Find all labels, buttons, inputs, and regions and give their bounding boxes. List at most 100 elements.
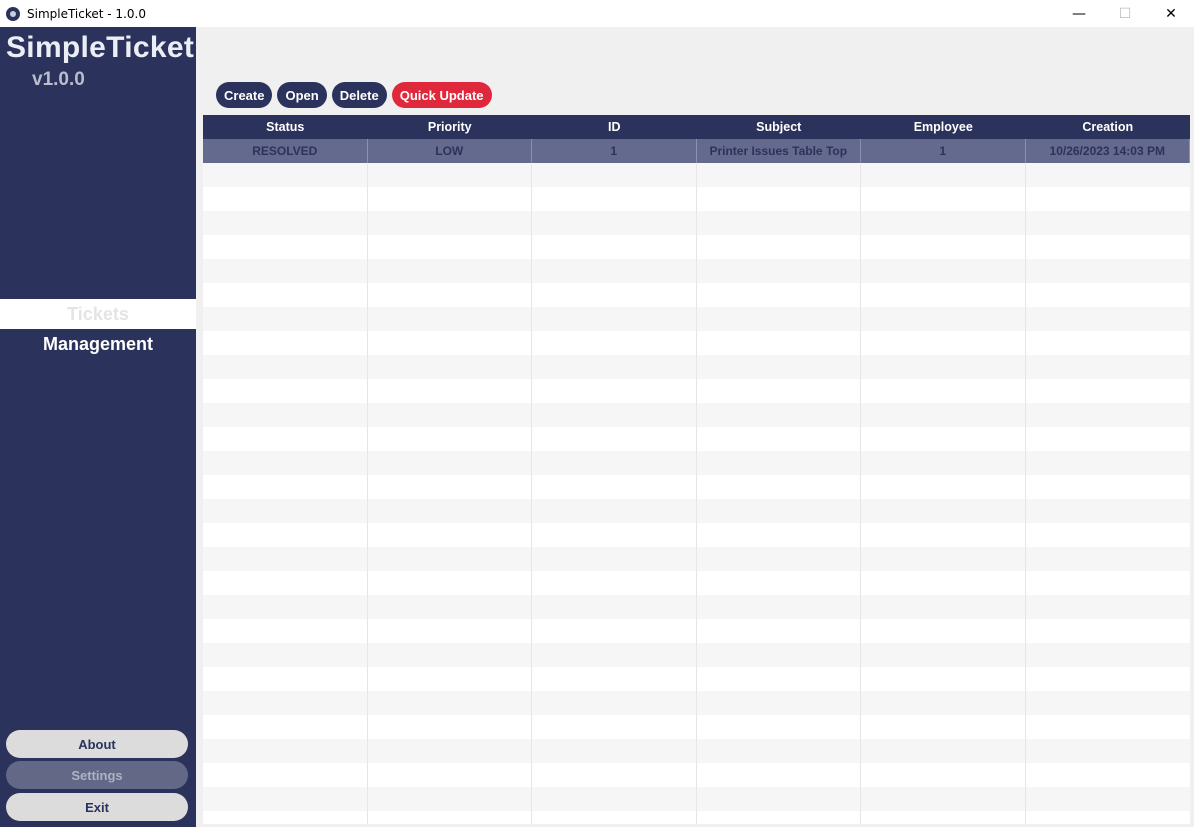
empty-table-row <box>203 667 1190 691</box>
empty-cell <box>203 187 368 211</box>
empty-cell <box>368 595 532 619</box>
empty-cell <box>861 427 1026 451</box>
cell-creation: 10/26/2023 14:03 PM <box>1026 139 1190 163</box>
exit-button[interactable]: Exit <box>6 793 188 821</box>
empty-cell <box>532 619 697 643</box>
empty-table-row <box>203 307 1190 331</box>
empty-cell <box>861 523 1026 547</box>
empty-cell <box>861 379 1026 403</box>
empty-cell <box>697 451 861 475</box>
empty-cell <box>203 691 368 715</box>
empty-cell <box>697 427 861 451</box>
empty-table-row <box>203 211 1190 235</box>
empty-table-row <box>203 259 1190 283</box>
open-button[interactable]: Open <box>277 82 327 108</box>
empty-cell <box>203 763 368 787</box>
empty-cell <box>532 403 697 427</box>
empty-cell <box>697 643 861 667</box>
empty-cell <box>1026 403 1191 427</box>
empty-cell <box>697 811 861 824</box>
empty-cell <box>861 811 1026 824</box>
create-button[interactable]: Create <box>216 82 273 108</box>
empty-cell <box>532 427 697 451</box>
empty-cell <box>368 307 532 331</box>
empty-cell <box>697 619 861 643</box>
column-header-creation[interactable]: Creation <box>1026 115 1191 139</box>
empty-cell <box>1026 427 1191 451</box>
empty-cell <box>1026 331 1191 355</box>
empty-cell <box>532 547 697 571</box>
empty-cell <box>697 331 861 355</box>
empty-cell <box>861 307 1026 331</box>
empty-cell <box>861 451 1026 475</box>
column-header-status[interactable]: Status <box>203 115 368 139</box>
settings-button[interactable]: Settings <box>6 761 188 789</box>
empty-cell <box>861 331 1026 355</box>
empty-cell <box>532 739 697 763</box>
empty-cell <box>532 331 697 355</box>
nav-tickets[interactable]: Tickets <box>0 299 196 329</box>
empty-cell <box>1026 211 1191 235</box>
empty-cell <box>203 475 368 499</box>
empty-cell <box>203 427 368 451</box>
empty-cell <box>1026 259 1191 283</box>
empty-cell <box>368 691 532 715</box>
cell-employee: 1 <box>861 139 1026 163</box>
empty-cell <box>861 715 1026 739</box>
empty-table-row <box>203 739 1190 763</box>
empty-cell <box>368 283 532 307</box>
toolbar: Create Open Delete Quick Update <box>216 82 492 108</box>
empty-cell <box>1026 187 1191 211</box>
empty-table-row <box>203 499 1190 523</box>
empty-cell <box>861 571 1026 595</box>
empty-cell <box>697 571 861 595</box>
empty-cell <box>368 379 532 403</box>
empty-cell <box>861 547 1026 571</box>
empty-cell <box>368 259 532 283</box>
quick-update-button[interactable]: Quick Update <box>391 82 492 108</box>
column-header-employee[interactable]: Employee <box>861 115 1026 139</box>
empty-cell <box>203 787 368 811</box>
empty-cell <box>861 475 1026 499</box>
empty-cell <box>697 211 861 235</box>
empty-cell <box>203 355 368 379</box>
delete-button[interactable]: Delete <box>331 82 387 108</box>
empty-cell <box>861 403 1026 427</box>
empty-cell <box>861 787 1026 811</box>
app-icon <box>6 6 20 21</box>
column-header-priority[interactable]: Priority <box>368 115 533 139</box>
ticket-table[interactable]: Status Priority ID Subject Employee Crea… <box>203 115 1190 824</box>
app-brand: SimpleTicket <box>6 31 195 64</box>
maximize-icon[interactable]: ☐ <box>1102 0 1148 27</box>
empty-cell <box>368 763 532 787</box>
nav-management[interactable]: Management <box>0 329 196 359</box>
empty-cell <box>532 283 697 307</box>
cell-status: RESOLVED <box>203 139 368 163</box>
empty-cell <box>861 643 1026 667</box>
empty-cell <box>203 643 368 667</box>
empty-cell <box>532 307 697 331</box>
empty-table-row <box>203 547 1190 571</box>
empty-table-row <box>203 355 1190 379</box>
close-icon[interactable]: ✕ <box>1148 0 1194 27</box>
sidebar: SimpleTicket v1.0.0 Tickets Management A… <box>0 27 196 827</box>
minimize-icon[interactable]: — <box>1056 0 1102 27</box>
column-header-subject[interactable]: Subject <box>697 115 862 139</box>
column-header-id[interactable]: ID <box>532 115 697 139</box>
empty-cell <box>532 379 697 403</box>
empty-cell <box>861 187 1026 211</box>
empty-cell <box>532 811 697 824</box>
empty-cell <box>203 499 368 523</box>
about-button[interactable]: About <box>6 730 188 758</box>
empty-cell <box>1026 451 1191 475</box>
empty-cell <box>368 619 532 643</box>
empty-cell <box>368 787 532 811</box>
table-row[interactable]: RESOLVED LOW 1 Printer Issues Table Top … <box>203 139 1190 163</box>
empty-cell <box>1026 595 1191 619</box>
empty-rows <box>203 163 1190 824</box>
empty-cell <box>861 283 1026 307</box>
empty-table-row <box>203 427 1190 451</box>
empty-cell <box>532 211 697 235</box>
empty-cell <box>1026 475 1191 499</box>
empty-cell <box>1026 691 1191 715</box>
